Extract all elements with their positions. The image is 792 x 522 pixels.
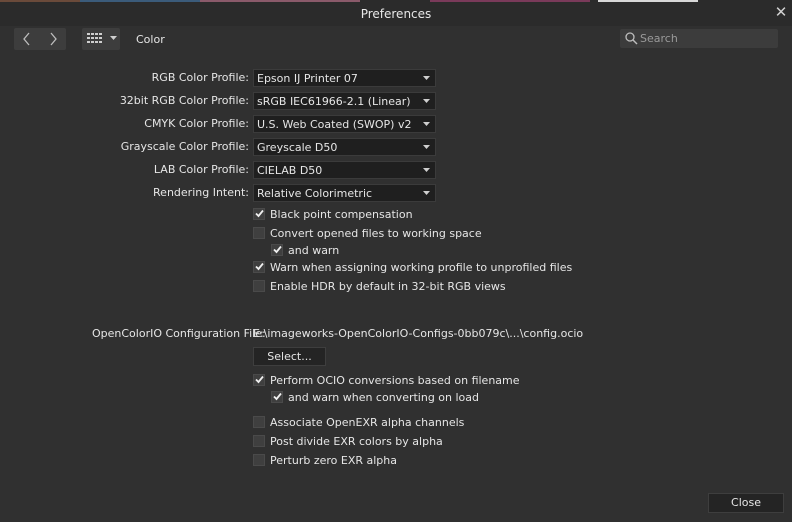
checkbox-label: Black point compensation <box>270 207 413 221</box>
chevron-right-icon <box>50 32 57 46</box>
show-all-button[interactable] <box>82 28 120 50</box>
checkbox[interactable] <box>253 261 265 273</box>
check-icon <box>255 262 264 271</box>
grayscale-profile-select[interactable]: Greyscale D50 <box>253 138 436 156</box>
grid-icon <box>87 33 102 43</box>
perturb-zero-exr-alpha-checkbox[interactable]: Perturb zero EXR alpha <box>253 453 397 467</box>
rgb-profile-value: Epson IJ Printer 07 <box>257 72 358 85</box>
rgb-profile-select[interactable]: Epson IJ Printer 07 <box>253 69 436 87</box>
title-bar-edge <box>430 0 590 2</box>
grayscale-profile-value: Greyscale D50 <box>257 141 338 154</box>
title-bar-edge <box>598 0 698 2</box>
title-bar-edge <box>200 0 360 2</box>
checkbox-label: and warn when converting on load <box>288 390 480 404</box>
cmyk-profile-select[interactable]: U.S. Web Coated (SWOP) v2 <box>253 115 436 133</box>
chevron-down-icon <box>423 99 430 103</box>
select-config-button[interactable]: Select... <box>253 347 326 366</box>
checkbox[interactable] <box>253 227 265 239</box>
checkbox[interactable] <box>271 244 283 256</box>
checkbox-label: Warn when assigning working profile to u… <box>270 260 573 274</box>
checkbox-label: Perform OCIO conversions based on filena… <box>270 373 520 387</box>
rendering-intent-value: Relative Colorimetric <box>257 187 373 200</box>
checkbox[interactable] <box>253 208 265 220</box>
enable-hdr-checkbox[interactable]: Enable HDR by default in 32-bit RGB view… <box>253 279 506 293</box>
lab-profile-select[interactable]: CIELAB D50 <box>253 161 436 179</box>
checkbox-label: Perturb zero EXR alpha <box>270 453 397 467</box>
check-icon <box>255 375 264 384</box>
checkbox[interactable] <box>253 435 265 447</box>
cmyk-profile-value: U.S. Web Coated (SWOP) v2 <box>257 118 412 131</box>
section-title: Color <box>136 33 165 46</box>
chevron-left-icon <box>23 32 30 46</box>
lab-profile-label: LAB Color Profile: <box>153 163 249 176</box>
cmyk-profile-label: CMYK Color Profile: <box>144 117 249 130</box>
associate-openexr-alpha-checkbox[interactable]: Associate OpenEXR alpha channels <box>253 415 464 429</box>
checkbox[interactable] <box>253 374 265 386</box>
navigation-buttons <box>14 28 66 50</box>
perform-ocio-conversions-checkbox[interactable]: Perform OCIO conversions based on filena… <box>253 373 520 387</box>
32bit-rgb-profile-value: sRGB IEC61966-2.1 (Linear) <box>257 95 411 108</box>
32bit-rgb-profile-label: 32bit RGB Color Profile: <box>119 94 249 107</box>
checkbox-label: Post divide EXR colors by alpha <box>270 434 443 448</box>
chevron-down-icon <box>423 168 430 172</box>
title-bar-edge <box>0 0 80 2</box>
32bit-rgb-profile-select[interactable]: sRGB IEC61966-2.1 (Linear) <box>253 92 436 110</box>
rgb-profile-label: RGB Color Profile: <box>151 71 249 84</box>
chevron-down-icon <box>423 191 430 195</box>
chevron-down-icon <box>423 122 430 126</box>
ocio-config-label: OpenColorIO Configuration File: <box>92 327 266 340</box>
checkbox[interactable] <box>253 416 265 428</box>
forward-button[interactable] <box>40 28 66 50</box>
chevron-down-icon <box>423 145 430 149</box>
search-input[interactable] <box>640 30 770 47</box>
rendering-intent-label: Rendering Intent: <box>153 186 249 199</box>
and-warn-checkbox[interactable]: and warn <box>271 243 339 257</box>
back-button[interactable] <box>14 28 40 50</box>
black-point-compensation-checkbox[interactable]: Black point compensation <box>253 207 413 221</box>
warn-converting-on-load-checkbox[interactable]: and warn when converting on load <box>271 390 479 404</box>
chevron-down-icon <box>423 76 430 80</box>
grayscale-profile-label: Grayscale Color Profile: <box>120 140 249 153</box>
lab-profile-value: CIELAB D50 <box>257 164 323 177</box>
checkbox-label: Enable HDR by default in 32-bit RGB view… <box>270 279 506 293</box>
checkbox[interactable] <box>253 454 265 466</box>
checkbox[interactable] <box>253 280 265 292</box>
close-icon[interactable]: ✕ <box>772 3 790 21</box>
toolbar: Color <box>0 26 792 54</box>
chevron-down-icon <box>110 36 117 40</box>
title-bar-edge <box>80 0 200 2</box>
close-button[interactable]: Close <box>708 493 784 513</box>
warn-unprofiled-checkbox[interactable]: Warn when assigning working profile to u… <box>253 260 572 274</box>
post-divide-exr-checkbox[interactable]: Post divide EXR colors by alpha <box>253 434 443 448</box>
checkbox[interactable] <box>271 391 283 403</box>
search-box[interactable] <box>620 29 778 48</box>
ocio-config-path: E:\imageworks-OpenColorIO-Configs-0bb079… <box>253 327 584 340</box>
checkbox-label: and warn <box>288 243 340 257</box>
checkbox-label: Associate OpenEXR alpha channels <box>270 415 465 429</box>
convert-to-working-space-checkbox[interactable]: Convert opened files to working space <box>253 226 482 240</box>
search-icon <box>625 32 638 45</box>
rendering-intent-select[interactable]: Relative Colorimetric <box>253 184 436 202</box>
window-title: Preferences <box>360 7 432 21</box>
check-icon <box>255 209 264 218</box>
check-icon <box>273 392 282 401</box>
checkbox-label: Convert opened files to working space <box>270 226 482 240</box>
title-bar: Preferences ✕ <box>0 0 792 26</box>
check-icon <box>273 245 282 254</box>
